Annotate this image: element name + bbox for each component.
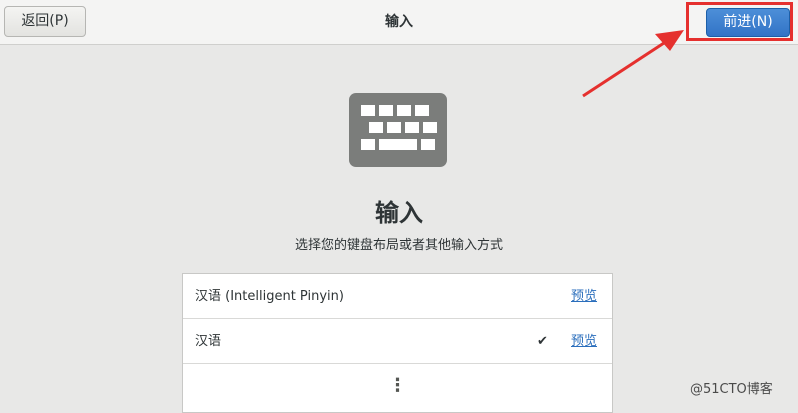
header-title: 输入 [385,14,413,30]
page-subtitle: 选择您的键盘布局或者其他输入方式 [294,238,503,253]
input-source-row[interactable]: 汉语 ✔ 预览 [183,319,612,364]
header-bar: 返回(P) 输入 前进(N) [0,0,798,45]
page-title: 输入 [375,199,423,227]
next-button[interactable]: 前进(N) [706,8,790,37]
input-source-list: 汉语 (Intelligent Pinyin) 预览 汉语 ✔ 预览 ⋮ [182,273,613,413]
input-source-name: 汉语 (Intelligent Pinyin) [195,289,344,304]
preview-link[interactable]: 预览 [571,274,597,319]
more-options-icon[interactable]: ⋮ [183,364,612,412]
preview-link[interactable]: 预览 [571,319,597,364]
back-button[interactable]: 返回(P) [4,6,86,37]
input-source-name: 汉语 [195,334,222,349]
watermark: @51CTO博客 [690,382,773,397]
checkmark-icon: ✔ [537,334,548,349]
keyboard-icon [349,93,447,167]
input-source-row[interactable]: 汉语 (Intelligent Pinyin) 预览 [183,274,612,319]
